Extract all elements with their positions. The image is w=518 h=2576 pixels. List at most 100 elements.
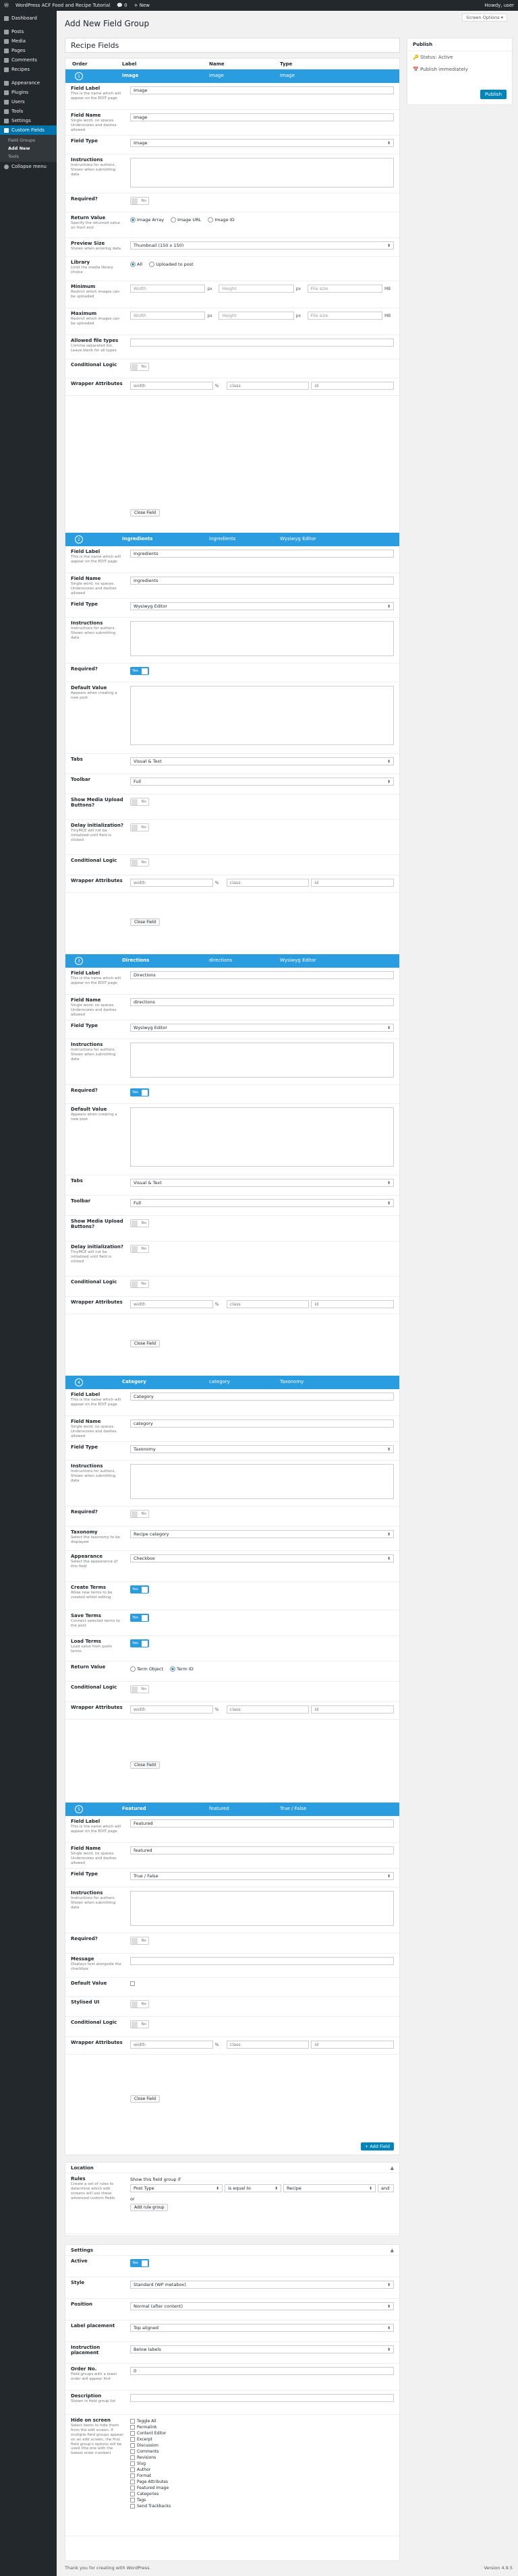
instructions-textarea[interactable] [130, 158, 394, 187]
return-image-id-radio[interactable]: Image ID [208, 217, 234, 223]
field-name-input[interactable]: category [130, 1419, 394, 1428]
wrapper-id-input[interactable]: id [311, 2041, 395, 2049]
default-value-textarea[interactable] [130, 1107, 394, 1167]
field-label-input[interactable]: Category [130, 1393, 394, 1401]
hide-tags-checkbox[interactable]: Tags [130, 2497, 394, 2503]
hide-send-trackbacks-checkbox[interactable]: Send Trackbacks [130, 2503, 394, 2509]
wrapper-id-input[interactable]: id [311, 1300, 395, 1308]
show-media-toggle[interactable]: No [130, 798, 149, 806]
sidebar-item-recipes[interactable]: Recipes [0, 65, 57, 74]
wrapper-width-input[interactable]: width [130, 1705, 213, 1714]
return-image-url-radio[interactable]: Image URL [171, 217, 201, 223]
field-name-input[interactable]: ingredients [130, 577, 394, 585]
preview-size-select[interactable]: Thumbnail (150 x 150) [130, 241, 394, 250]
max-width-input[interactable]: Width [130, 312, 206, 320]
appearance-select[interactable]: Checkbox [130, 1554, 394, 1562]
comments-icon[interactable]: 💬 0 [117, 3, 127, 8]
instruction-placement-select[interactable]: Below labels [130, 2345, 394, 2353]
show-media-toggle[interactable]: No [130, 1219, 149, 1227]
hide-author-checkbox[interactable]: Author [130, 2467, 394, 2473]
wrapper-id-input[interactable]: id [311, 1705, 395, 1714]
close-field-button[interactable]: Close Field [130, 918, 161, 926]
allowed-types-input[interactable] [130, 339, 394, 347]
required-toggle[interactable]: No [130, 1937, 149, 1945]
add-rule-group-button[interactable]: Add rule group [130, 2204, 169, 2211]
min-width-input[interactable]: Width [130, 285, 206, 293]
label-placement-select[interactable]: Top aligned [130, 2324, 394, 2332]
conditional-logic-toggle[interactable]: No [130, 2020, 149, 2028]
wrapper-width-input[interactable]: width [130, 879, 213, 887]
toolbar-select[interactable]: Full [130, 1199, 394, 1207]
field-label-input[interactable]: Featured [130, 1819, 394, 1827]
max-height-input[interactable]: Height [219, 312, 294, 320]
min-filesize-input[interactable]: File size [307, 285, 382, 293]
active-toggle[interactable]: Yes [130, 2259, 149, 2267]
site-name-link[interactable]: WordPress ACF Food and Recipe Tutorial [16, 3, 110, 8]
hide-discussion-checkbox[interactable]: Discussion [130, 2442, 394, 2449]
wrapper-class-input[interactable]: class [226, 1705, 310, 1714]
wrapper-id-input[interactable]: id [311, 382, 395, 390]
wrapper-class-input[interactable]: class [226, 382, 310, 390]
location-param-select[interactable]: Post Type [130, 2184, 223, 2192]
position-select[interactable]: Normal (after content) [130, 2302, 394, 2310]
toggle-panel-icon[interactable]: ▲ [391, 2248, 394, 2253]
hide-content-editor-checkbox[interactable]: Content Editor [130, 2430, 394, 2436]
delay-toggle[interactable]: No [130, 1245, 149, 1253]
library-all-radio[interactable]: All [130, 262, 142, 267]
toggle-panel-icon[interactable]: ▲ [391, 2165, 394, 2171]
create-terms-toggle[interactable]: Yes [130, 1585, 149, 1593]
hide-comments-checkbox[interactable]: Comments [130, 2449, 394, 2455]
toolbar-select[interactable]: Full [130, 778, 394, 786]
delay-toggle[interactable]: No [130, 823, 149, 831]
instructions-textarea[interactable] [130, 621, 394, 656]
hide-categories-checkbox[interactable]: Categories [130, 2491, 394, 2497]
submenu-field-groups[interactable]: Field Groups [0, 136, 57, 144]
wrapper-class-input[interactable]: class [226, 1300, 310, 1308]
sidebar-item-dashboard[interactable]: Dashboard [0, 13, 57, 23]
location-value-select[interactable]: Recipe [283, 2184, 376, 2192]
instructions-textarea[interactable] [130, 1043, 394, 1078]
max-filesize-input[interactable]: File size [307, 312, 382, 320]
hide-page-attributes-checkbox[interactable]: Page Attributes [130, 2479, 394, 2485]
hide-toggle-all-checkbox[interactable]: Toggle All [130, 2418, 394, 2424]
order-no-input[interactable]: 0 [130, 2367, 394, 2375]
field-row-header[interactable]: 1 Image image Image [65, 69, 399, 83]
hide-featured-image-checkbox[interactable]: Featured Image [130, 2485, 394, 2491]
sidebar-item-comments[interactable]: Comments [0, 55, 57, 65]
field-type-select[interactable]: Wysiwyg Editor [130, 1024, 394, 1032]
min-height-input[interactable]: Height [219, 285, 294, 293]
conditional-logic-toggle[interactable]: No [130, 858, 149, 867]
collapse-menu-button[interactable]: Collapse menu [0, 162, 57, 171]
publish-button[interactable]: Publish [480, 90, 507, 99]
required-toggle[interactable]: Yes [130, 667, 149, 675]
field-type-select[interactable]: Image [130, 139, 394, 147]
message-input[interactable] [130, 1957, 394, 1965]
add-field-button[interactable]: + Add Field [360, 2142, 394, 2150]
field-name-input[interactable]: image [130, 113, 394, 121]
load-terms-toggle[interactable]: Yes [130, 1639, 149, 1647]
save-terms-toggle[interactable]: Yes [130, 1614, 149, 1622]
stylised-ui-toggle[interactable]: No [130, 2000, 149, 2008]
sidebar-item-custom-fields[interactable]: Custom Fields [0, 125, 57, 135]
hide-permalink-checkbox[interactable]: Permalink [130, 2424, 394, 2430]
sidebar-item-users[interactable]: Users [0, 97, 57, 107]
location-operator-select[interactable]: is equal to [224, 2184, 282, 2192]
close-field-button[interactable]: Close Field [130, 509, 161, 517]
submenu-add-new[interactable]: Add New [0, 144, 57, 152]
hide-slug-checkbox[interactable]: Slug [130, 2461, 394, 2467]
style-select[interactable]: Standard (WP metabox) [130, 2281, 394, 2289]
default-value-checkbox[interactable] [130, 1981, 135, 1986]
submenu-tools[interactable]: Tools [0, 152, 57, 160]
close-field-button[interactable]: Close Field [130, 2095, 161, 2103]
sidebar-item-posts[interactable]: Posts [0, 27, 57, 36]
default-value-textarea[interactable] [130, 686, 394, 745]
field-row-header[interactable]: 3 Directions directions Wysiwyg Editor [65, 954, 399, 968]
field-label-input[interactable]: Image [130, 86, 394, 94]
close-field-button[interactable]: Close Field [130, 1340, 161, 1347]
howdy-user[interactable]: Howdy, user [484, 3, 514, 8]
field-type-select[interactable]: Wysiwyg Editor [130, 602, 394, 610]
field-row-header[interactable]: 5 Featured featured True / False [65, 1803, 399, 1816]
required-toggle[interactable]: No [130, 1510, 149, 1518]
footer-thanks[interactable]: Thank you for creating with WordPress. [65, 2565, 151, 2571]
hide-excerpt-checkbox[interactable]: Excerpt [130, 2436, 394, 2442]
